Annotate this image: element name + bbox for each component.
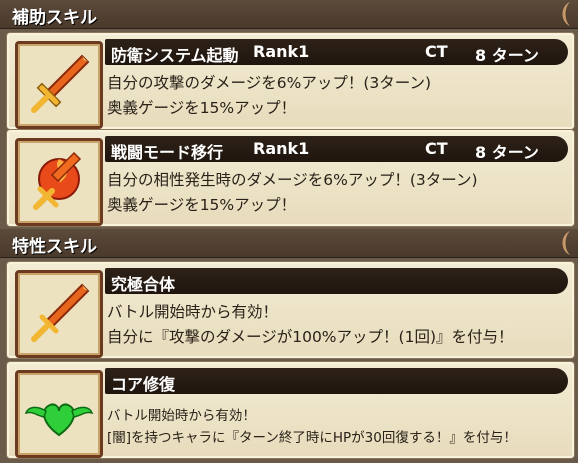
support-skills-header: 補助スキル [0,0,578,29]
winged-heart-icon [24,403,94,437]
skill-description-line: [闇]を持つキャラに『ターン終了時にHPが30回復する！』を付与！ [107,430,517,446]
ct-value: 8 ターン [475,46,539,65]
skill-rank: Rank1 [253,139,310,158]
skill-name-bar: 究極合体 [105,268,568,294]
sword-icon [31,54,90,113]
skill-name-bar: 防衛システム起動 Rank1 CT 8 ターン [105,39,568,65]
skill-name: コア修復 [111,375,176,394]
ornament-icon [562,2,570,26]
skill-name-bar: 戦闘モード移行 Rank1 CT 8 ターン [105,136,568,162]
ct-label: CT [425,139,448,158]
skill-description-line: 奥義ゲージを15%アップ！ [107,196,297,214]
skill-rank: Rank1 [253,42,310,61]
sword-icon [31,283,90,342]
ornament-icon [562,231,570,255]
skill-name-bar: コア修復 [105,368,568,394]
skill-card[interactable]: 究極合体 バトル開始時から有効！ 自分に『攻撃のダメージが100%アップ！(1回… [7,262,574,358]
flame-sword-icon [33,151,82,210]
skill-description-line: バトル開始時から有効！ [107,303,278,321]
ct-value: 8 ターン [475,143,539,162]
skill-description-line: 自分の攻撃のダメージを6%アップ！(3ターン) [107,74,431,92]
skill-description-line: バトル開始時から有効！ [107,408,256,424]
skill-description-line: 奥義ゲージを15%アップ！ [107,99,297,117]
skill-card[interactable]: 防衛システム起動 Rank1 CT 8 ターン 自分の攻撃のダメージを6%アップ… [7,33,574,129]
trait-skills-header: 特性スキル [0,229,578,258]
section-title: 特性スキル [12,237,97,257]
skill-name: 戦闘モード移行 [111,143,224,162]
skill-icon-frame [15,41,103,129]
skill-icon-frame [15,138,103,226]
ct-label: CT [425,42,448,61]
skill-description-line: 自分の相性発生時のダメージを6%アップ！(3ターン) [107,171,478,189]
skill-description-line: 自分に『攻撃のダメージが100%アップ！(1回)』を付与！ [107,328,514,346]
skill-icon-frame [15,370,103,458]
skill-icon-frame [15,270,103,358]
skill-name: 防衛システム起動 [111,46,239,65]
section-title: 補助スキル [12,8,97,28]
skill-card[interactable]: 戦闘モード移行 Rank1 CT 8 ターン 自分の相性発生時のダメージを6%ア… [7,130,574,226]
skill-name: 究極合体 [111,275,176,294]
skill-card[interactable]: コア修復 バトル開始時から有効！ [闇]を持つキャラに『ターン終了時にHPが30… [7,362,574,458]
